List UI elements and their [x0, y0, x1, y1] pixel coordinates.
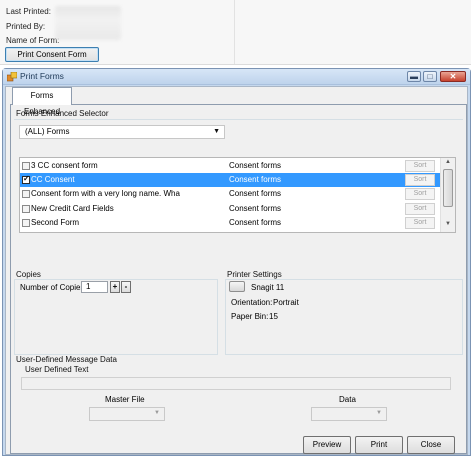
- user-defined-text-field[interactable]: [21, 377, 451, 390]
- app-icon: [7, 72, 17, 82]
- window-client-area: Forms Enhanced Forms Enhanced Selector (…: [5, 86, 468, 455]
- forms-enhanced-panel: Forms Enhanced Selector (ALL) Forms ▼ 3 …: [10, 104, 467, 454]
- paper-bin-label: Paper Bin:: [231, 312, 269, 321]
- selector-group-border: [14, 119, 463, 121]
- data-label: Data: [339, 395, 356, 404]
- forms-selector-value: (ALL) Forms: [25, 127, 70, 136]
- scroll-thumb[interactable]: [443, 169, 453, 207]
- print-info-panel: Last Printed: Printed By: Name of Form: …: [0, 0, 471, 65]
- chevron-down-icon: ▼: [213, 128, 220, 135]
- printed-by-label: Printed By:: [6, 22, 46, 31]
- window-title: Print Forms: [20, 71, 64, 81]
- title-bar[interactable]: Print Forms ▬ □ ✕: [3, 69, 470, 85]
- form-name: Consent form with a very long name. Wha: [31, 189, 180, 198]
- minimize-button[interactable]: ▬: [407, 71, 421, 82]
- maximize-button[interactable]: □: [423, 71, 437, 82]
- redacted-values: [55, 6, 121, 40]
- copies-decrement-button[interactable]: -: [121, 281, 131, 293]
- form-category: Consent forms: [229, 161, 282, 170]
- printer-select-button[interactable]: [229, 281, 245, 292]
- chevron-down-icon: ▼: [376, 410, 382, 416]
- form-checkbox[interactable]: [22, 205, 30, 213]
- copies-increment-button[interactable]: +: [110, 281, 120, 293]
- form-category: Consent forms: [229, 189, 282, 198]
- copies-group-label: Copies: [16, 270, 41, 279]
- form-list-row[interactable]: New Credit Card Fields Consent forms Sort: [20, 202, 440, 216]
- form-name: CC Consent: [31, 175, 75, 184]
- form-checkbox[interactable]: [22, 174, 30, 184]
- scroll-up-icon[interactable]: ▲: [441, 159, 455, 168]
- tab-forms-enhanced[interactable]: Forms Enhanced: [12, 87, 72, 116]
- form-category: Consent forms: [229, 204, 282, 213]
- sort-button[interactable]: Sort: [405, 217, 435, 229]
- sort-button[interactable]: Sort: [405, 160, 435, 172]
- preview-button[interactable]: Preview: [303, 436, 351, 454]
- form-list-row[interactable]: Second Form Consent forms Sort: [20, 216, 440, 230]
- sort-button[interactable]: Sort: [405, 203, 435, 215]
- form-list-row[interactable]: Consent form with a very long name. Wha C…: [20, 187, 440, 201]
- form-checkbox[interactable]: [22, 162, 30, 170]
- number-of-copies-label: Number of Copies:: [20, 283, 87, 292]
- forms-selector-dropdown[interactable]: (ALL) Forms ▼: [19, 125, 225, 139]
- close-window-button[interactable]: ✕: [440, 71, 466, 82]
- form-category: Consent forms: [229, 218, 282, 227]
- forms-list[interactable]: 3 CC consent formConsent formsSortCC Con…: [19, 157, 456, 233]
- form-name: New Credit Card Fields: [31, 204, 114, 213]
- user-defined-text-label: User Defined Text: [25, 365, 89, 374]
- chevron-down-icon: ▼: [154, 410, 160, 416]
- printer-name: Snagit 11: [251, 283, 285, 292]
- form-name: Second Form: [31, 218, 80, 227]
- print-consent-form-button[interactable]: Print Consent Form: [5, 47, 99, 62]
- panel-divider: [234, 0, 235, 64]
- master-file-dropdown[interactable]: ▼: [89, 407, 165, 421]
- user-defined-group-label: User-Defined Message Data: [16, 355, 117, 364]
- form-list-row[interactable]: CC Consent Consent forms Sort: [20, 173, 440, 187]
- orientation-value: Portrait: [273, 298, 299, 307]
- list-scrollbar[interactable]: ▲ ▼: [440, 158, 455, 232]
- printer-settings-label: Printer Settings: [227, 270, 282, 279]
- copies-input[interactable]: 1: [81, 281, 108, 293]
- scroll-down-icon[interactable]: ▼: [441, 221, 455, 230]
- data-dropdown[interactable]: ▼: [311, 407, 387, 421]
- form-checkbox[interactable]: [22, 190, 30, 198]
- print-forms-window: Print Forms ▬ □ ✕ Forms Enhanced Forms E…: [2, 68, 471, 456]
- form-category: Consent forms: [229, 175, 282, 184]
- last-printed-label: Last Printed:: [6, 7, 51, 16]
- sort-button[interactable]: Sort: [405, 174, 435, 186]
- print-button[interactable]: Print: [355, 436, 403, 454]
- orientation-label: Orientation:: [231, 298, 273, 307]
- form-list-row[interactable]: 3 CC consent form Consent forms Sort: [20, 159, 440, 173]
- paper-bin-value: 15: [269, 312, 278, 321]
- form-checkbox[interactable]: [22, 219, 30, 227]
- sort-button[interactable]: Sort: [405, 188, 435, 200]
- close-button[interactable]: Close: [407, 436, 455, 454]
- name-of-form-label: Name of Form:: [6, 36, 60, 45]
- form-name: 3 CC consent form: [31, 161, 98, 170]
- master-file-label: Master File: [105, 395, 145, 404]
